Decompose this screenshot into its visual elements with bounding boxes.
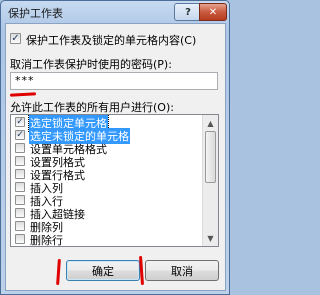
vertical-scrollbar[interactable]: ▲ ▼ (202, 115, 218, 246)
permission-item-insert-columns[interactable]: 插入列 (13, 181, 203, 195)
permission-item-select-unlocked[interactable]: ✓ 选定未锁定的单元格 (13, 128, 203, 144)
protect-contents-label: 保护工作表及锁定的单元格内容(C) (26, 34, 197, 47)
permission-item-insert-hyperlinks[interactable]: 插入超链接 (13, 207, 203, 221)
close-icon: ✕ (208, 6, 218, 18)
red-annotation-mark-left (56, 258, 61, 286)
scroll-down-icon[interactable]: ▼ (204, 231, 217, 245)
permission-item-delete-columns[interactable]: 删除列 (13, 220, 203, 234)
permission-item-select-locked[interactable]: ✓ 选定锁定单元格 (13, 115, 203, 132)
permission-checkbox[interactable] (15, 208, 25, 218)
dialog-title: 保护工作表 (8, 7, 63, 20)
permission-item-format-rows[interactable]: 设置行格式 (13, 168, 203, 182)
permission-checkbox[interactable] (15, 234, 25, 244)
help-icon: ? (185, 6, 191, 18)
protect-contents-checkbox[interactable]: ✓ (10, 33, 21, 44)
red-annotation-underline (9, 92, 37, 97)
permission-checkbox[interactable]: ✓ (15, 130, 25, 140)
title-bar: 保护工作表 ? ✕ (1, 1, 229, 23)
permission-checkbox[interactable] (15, 221, 25, 231)
permission-checkbox[interactable] (15, 143, 25, 153)
close-button[interactable]: ✕ (199, 3, 227, 21)
scroll-thumb[interactable] (205, 131, 216, 183)
permission-label: 删除行 (30, 234, 63, 247)
permission-item-delete-rows[interactable]: 删除行 (13, 233, 203, 247)
password-input[interactable]: *** (10, 72, 218, 90)
permission-checkbox[interactable] (15, 195, 25, 205)
protect-sheet-dialog: 保护工作表 ? ✕ ✓ 保护工作表及锁定的单元格内容(C) 取消工作表保护时使用… (0, 0, 230, 295)
permissions-label: 允许此工作表的所有用户进行(O): (10, 101, 174, 114)
permissions-list: ✓ 选定锁定单元格 ✓ 选定未锁定的单元格 设置单元格格式 设置列格式 设置行格… (10, 114, 219, 247)
help-button[interactable]: ? (174, 3, 202, 21)
scroll-up-icon[interactable]: ▲ (204, 116, 217, 130)
permission-checkbox[interactable] (15, 156, 25, 166)
permission-checkbox[interactable]: ✓ (15, 117, 25, 127)
permission-checkbox[interactable] (15, 182, 25, 192)
red-annotation-mark-right (138, 255, 145, 286)
permission-item-insert-rows[interactable]: 插入行 (13, 194, 203, 208)
password-label: 取消工作表保护时使用的密码(P): (10, 58, 172, 71)
permission-checkbox[interactable] (15, 169, 25, 179)
ok-button[interactable]: 确定 (66, 260, 140, 281)
permission-item-format-columns[interactable]: 设置列格式 (13, 155, 203, 169)
permission-item-format-cells[interactable]: 设置单元格格式 (13, 142, 203, 156)
dialog-body: ✓ 保护工作表及锁定的单元格内容(C) 取消工作表保护时使用的密码(P): **… (5, 23, 226, 291)
cancel-button[interactable]: 取消 (145, 260, 219, 281)
